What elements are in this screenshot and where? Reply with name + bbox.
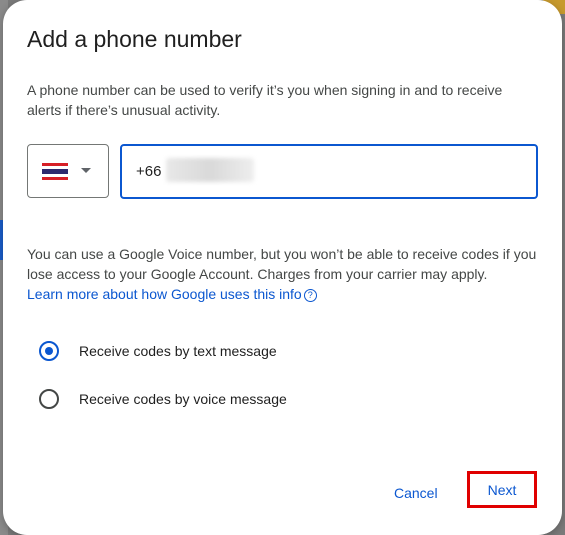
radio-text-message[interactable] bbox=[39, 341, 59, 361]
cancel-button[interactable]: Cancel bbox=[386, 481, 446, 505]
dialog-description: A phone number can be used to verify it’… bbox=[27, 82, 503, 118]
option-text-message[interactable]: Receive codes by text message bbox=[39, 339, 277, 363]
dropdown-arrow-icon bbox=[81, 168, 91, 173]
google-voice-note: You can use a Google Voice number, but y… bbox=[27, 246, 537, 282]
phone-number-input[interactable]: +66 bbox=[120, 144, 538, 199]
dialog-title: Add a phone number bbox=[27, 26, 242, 52]
phone-number-value: +66 bbox=[136, 163, 162, 180]
thailand-flag-icon bbox=[42, 163, 68, 180]
option-voice-message-label: Receive codes by voice message bbox=[79, 391, 287, 407]
add-phone-dialog: Add a phone number A phone number can be… bbox=[3, 0, 562, 535]
radio-voice-message[interactable] bbox=[39, 389, 59, 409]
option-voice-message[interactable]: Receive codes by voice message bbox=[39, 387, 287, 411]
help-circle-icon: ? bbox=[303, 289, 317, 302]
learn-more-link-text: Learn more about how Google uses this in… bbox=[27, 286, 302, 302]
option-text-message-label: Receive codes by text message bbox=[79, 343, 277, 359]
learn-more-link[interactable]: Learn more about how Google uses this in… bbox=[27, 284, 317, 304]
redacted-phone-digits bbox=[166, 158, 254, 182]
next-button[interactable]: Next bbox=[467, 471, 537, 508]
country-code-dropdown[interactable] bbox=[27, 144, 109, 198]
